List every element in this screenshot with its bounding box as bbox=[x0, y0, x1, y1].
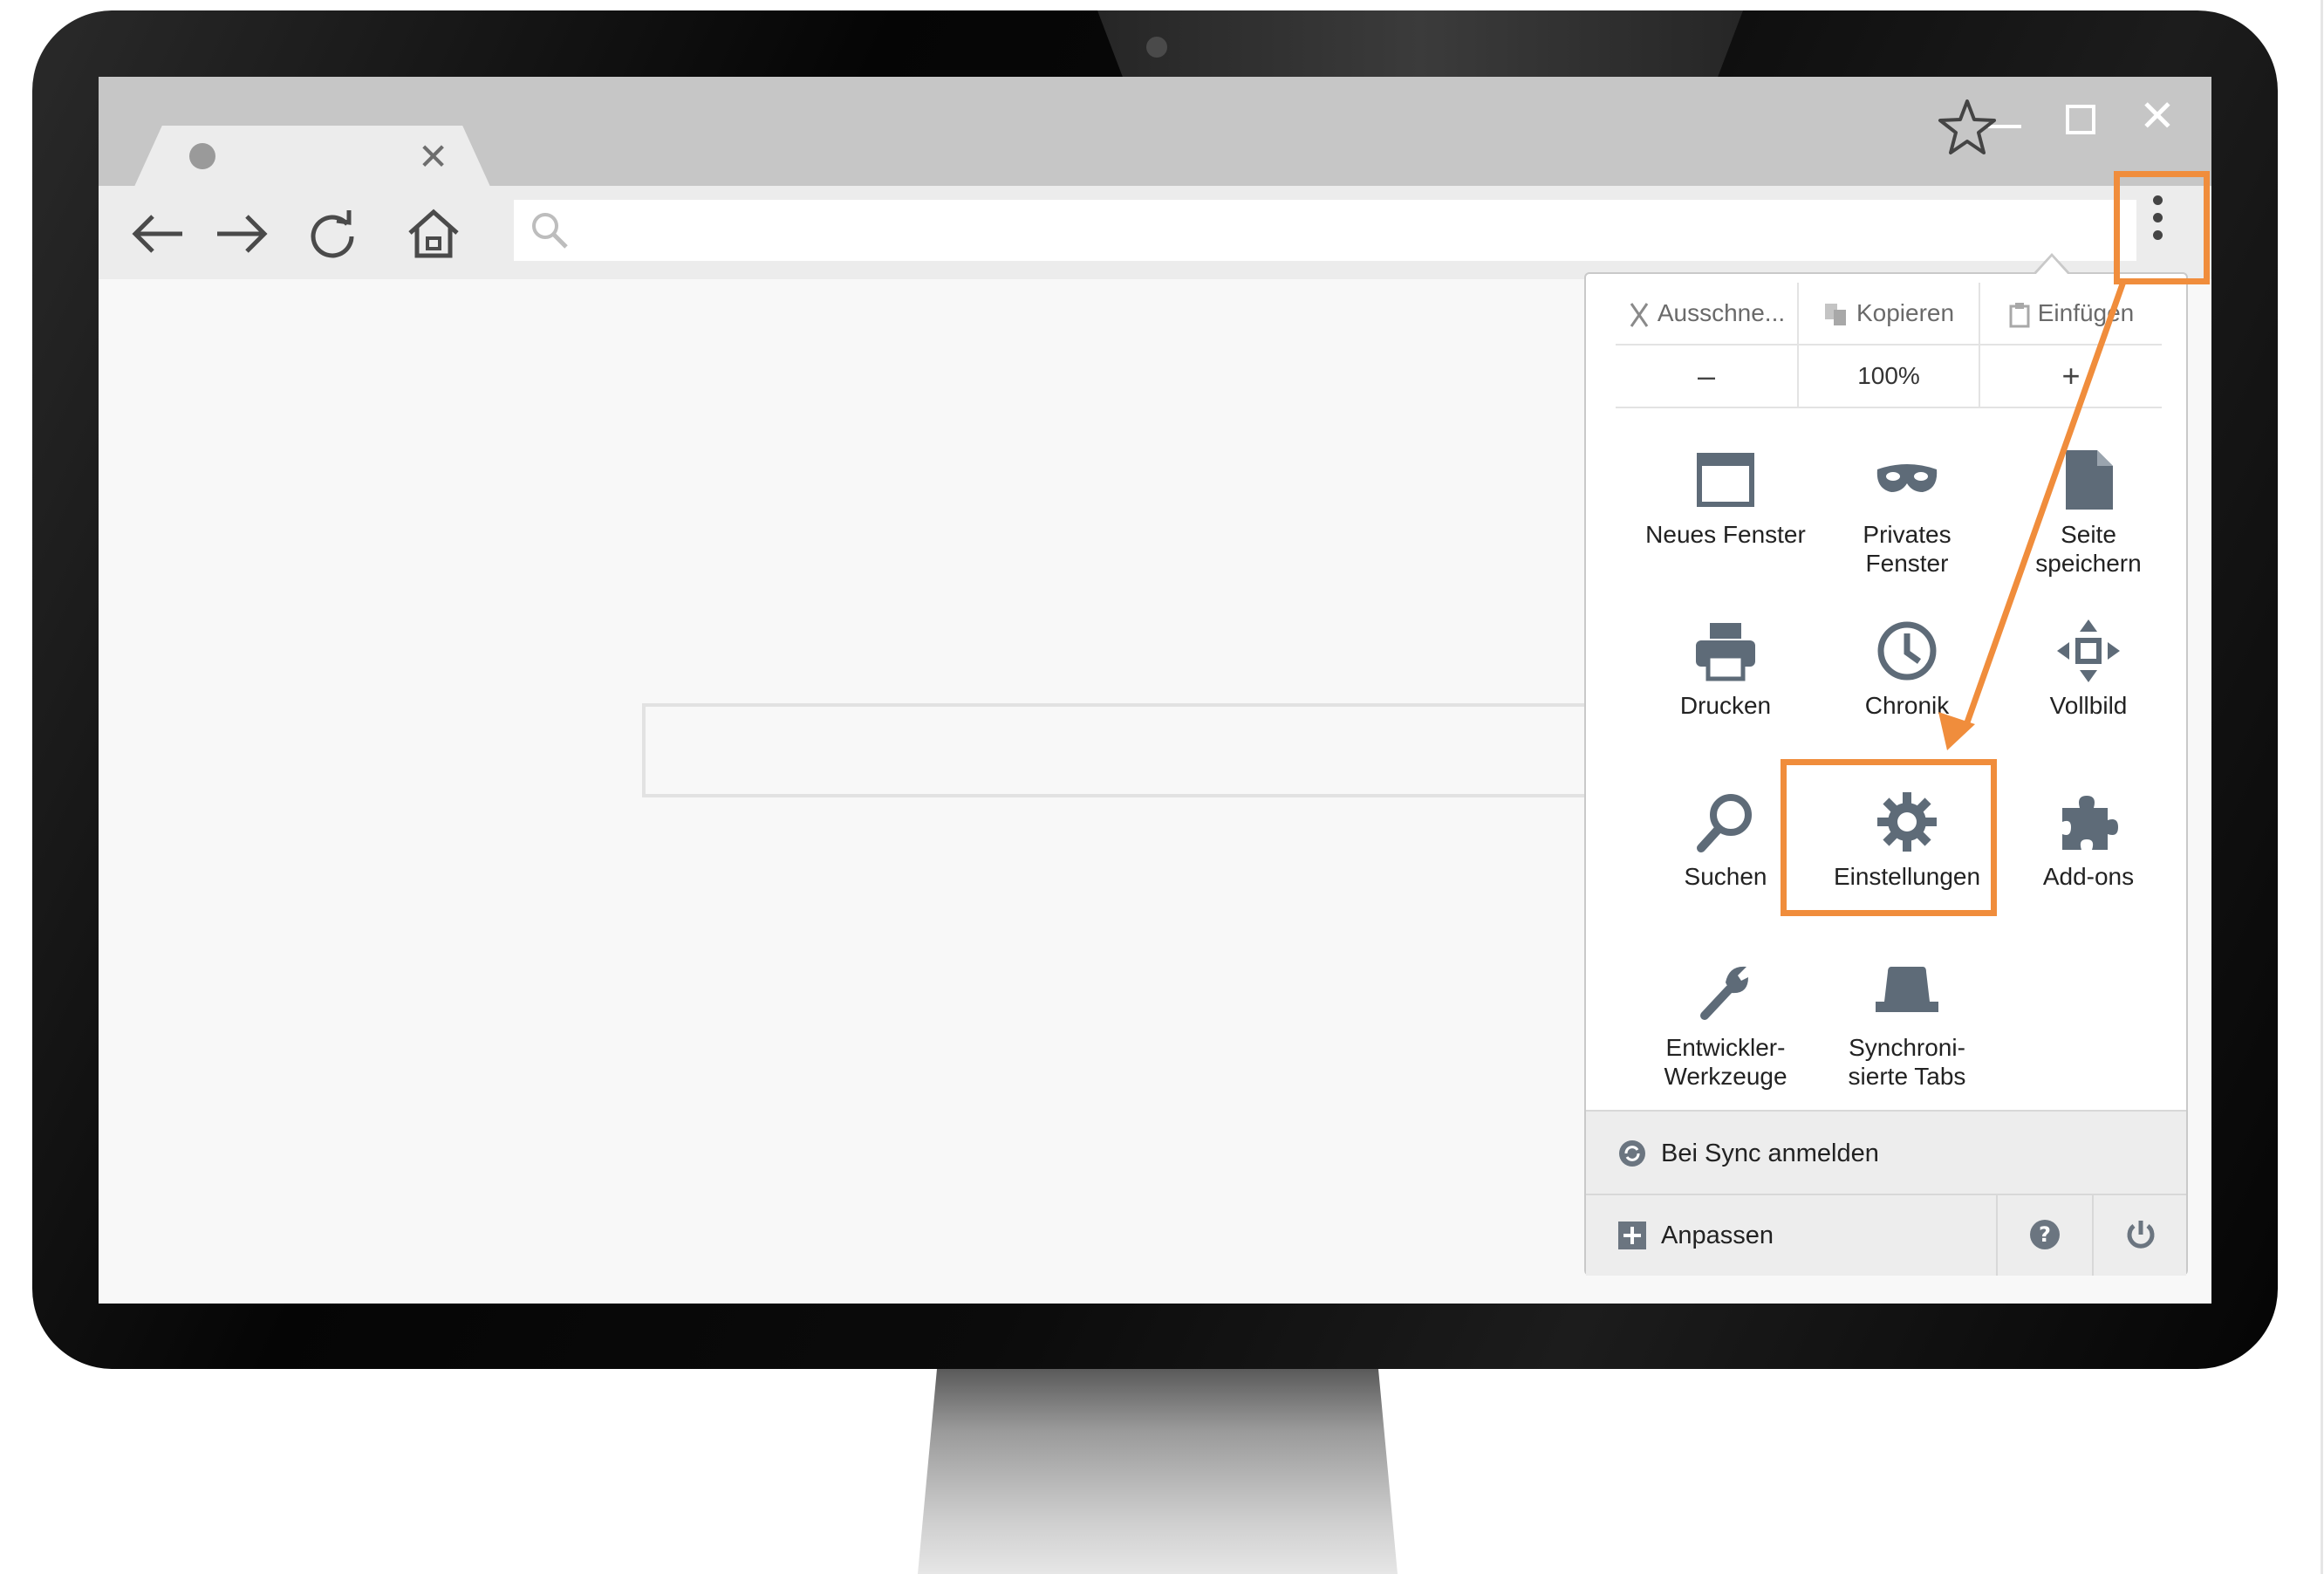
tab-strip: ✕ ✕ bbox=[99, 77, 2211, 188]
scissors-icon bbox=[1630, 302, 1649, 327]
print-button[interactable]: Drucken bbox=[1635, 616, 1816, 782]
new-window-button[interactable]: Neues Fenster bbox=[1635, 445, 1816, 611]
fullscreen-label: Vollbild bbox=[2049, 692, 2128, 719]
private-window-label-line1: Privates bbox=[1863, 521, 1951, 548]
arrow-left-icon bbox=[132, 215, 182, 253]
print-label: Drucken bbox=[1679, 692, 1772, 719]
monitor-stand bbox=[918, 1369, 1398, 1574]
save-page-button[interactable]: Seite speichern bbox=[1998, 445, 2179, 611]
paste-button[interactable]: Einfügen bbox=[1980, 283, 2162, 344]
synced-tabs-button[interactable]: Synchroni- sierte Tabs bbox=[1816, 958, 1998, 1124]
save-page-label-line1: Seite bbox=[2061, 521, 2116, 548]
plus-box-icon bbox=[1618, 1222, 1646, 1249]
save-page-label-line2: speichern bbox=[2035, 550, 2142, 577]
maximize-icon bbox=[2066, 104, 2095, 134]
cut-label: Ausschne... bbox=[1657, 299, 1786, 326]
fullscreen-icon bbox=[2057, 619, 2120, 682]
page-content-placeholder bbox=[642, 703, 1696, 797]
search-icon bbox=[532, 213, 568, 249]
page-icon bbox=[2066, 450, 2113, 510]
copy-label: Kopieren bbox=[1856, 299, 1955, 326]
bookmark-star-icon[interactable] bbox=[1936, 96, 1999, 159]
highlight-menu-button bbox=[2114, 171, 2210, 284]
synced-tabs-icon bbox=[1876, 967, 1938, 1012]
history-button[interactable]: Chronik bbox=[1816, 616, 1998, 782]
help-button[interactable]: ? bbox=[1996, 1195, 2092, 1276]
private-window-button[interactable]: Privates Fenster bbox=[1816, 445, 1998, 611]
window-icon bbox=[1697, 453, 1754, 507]
menu-panel-arrow-inner bbox=[2035, 257, 2068, 275]
addons-button[interactable]: Add-ons bbox=[1998, 787, 2179, 953]
printer-icon bbox=[1696, 623, 1755, 681]
navigation-toolbar bbox=[99, 186, 2211, 279]
cut-button[interactable]: Ausschne... bbox=[1616, 283, 1799, 344]
customize-button[interactable]: Anpassen bbox=[1586, 1195, 1994, 1276]
url-input[interactable] bbox=[584, 200, 1983, 263]
puzzle-icon bbox=[2062, 796, 2118, 850]
arrow-right-icon bbox=[217, 215, 268, 253]
reload-button[interactable] bbox=[302, 203, 363, 264]
help-glyph: ? bbox=[2039, 1222, 2051, 1247]
history-label: Chronik bbox=[1864, 692, 1950, 719]
zoom-reset-button[interactable]: 100% bbox=[1799, 346, 1980, 407]
home-button[interactable] bbox=[403, 203, 464, 264]
close-window-button[interactable]: ✕ bbox=[2127, 86, 2188, 147]
developer-tools-label-line2: Werkzeuge bbox=[1664, 1063, 1787, 1090]
fullscreen-button[interactable]: Vollbild bbox=[1998, 616, 2179, 782]
help-icon: ? bbox=[2030, 1220, 2060, 1249]
search-icon bbox=[1697, 794, 1752, 852]
zoom-out-button[interactable]: – bbox=[1616, 346, 1799, 407]
page-edge-line bbox=[2321, 0, 2323, 1574]
developer-tools-label-line1: Entwickler- bbox=[1665, 1034, 1786, 1061]
home-icon bbox=[408, 209, 459, 258]
power-icon bbox=[2127, 1221, 2155, 1249]
footer-bar: Anpassen ? bbox=[1586, 1194, 2186, 1276]
edit-controls-row: Ausschne... Kopieren Einfügen bbox=[1616, 283, 2162, 346]
quit-button[interactable] bbox=[2092, 1195, 2188, 1276]
customize-label: Anpassen bbox=[1661, 1222, 1774, 1249]
sync-signin-button[interactable]: Bei Sync anmelden bbox=[1586, 1110, 2186, 1195]
private-window-label-line2: Fenster bbox=[1865, 550, 1949, 577]
reload-icon bbox=[311, 210, 354, 258]
synced-tabs-label-line1: Synchroni- bbox=[1849, 1034, 1965, 1061]
url-bar[interactable] bbox=[514, 200, 2136, 263]
sync-signin-label: Bei Sync anmelden bbox=[1661, 1139, 1879, 1167]
wrench-icon bbox=[1700, 966, 1748, 1020]
sync-icon bbox=[1619, 1140, 1645, 1167]
new-window-label: Neues Fenster bbox=[1645, 521, 1806, 548]
tab-favicon-icon bbox=[189, 143, 215, 169]
back-button[interactable] bbox=[128, 203, 189, 264]
paste-label: Einfügen bbox=[2037, 299, 2135, 326]
clock-icon bbox=[1877, 621, 1937, 681]
webcam-dot bbox=[1146, 37, 1167, 58]
highlight-settings bbox=[1781, 759, 1997, 916]
forward-button[interactable] bbox=[210, 203, 271, 264]
maximize-button[interactable] bbox=[2050, 86, 2111, 147]
addons-label: Add-ons bbox=[2042, 863, 2135, 890]
clipboard-icon bbox=[2009, 302, 2030, 328]
browser-tab[interactable]: ✕ bbox=[133, 126, 491, 188]
synced-tabs-label-line2: sierte Tabs bbox=[1848, 1063, 1966, 1090]
copy-icon bbox=[1824, 303, 1846, 325]
tab-close-icon[interactable]: ✕ bbox=[418, 131, 448, 183]
monitor-top-bezel bbox=[1097, 10, 1743, 79]
zoom-in-button[interactable]: + bbox=[1980, 346, 2162, 407]
zoom-controls-row: – 100% + bbox=[1616, 346, 2162, 408]
mask-icon bbox=[1876, 464, 1938, 492]
developer-tools-button[interactable]: Entwickler- Werkzeuge bbox=[1635, 958, 1816, 1124]
copy-button[interactable]: Kopieren bbox=[1799, 283, 1980, 344]
